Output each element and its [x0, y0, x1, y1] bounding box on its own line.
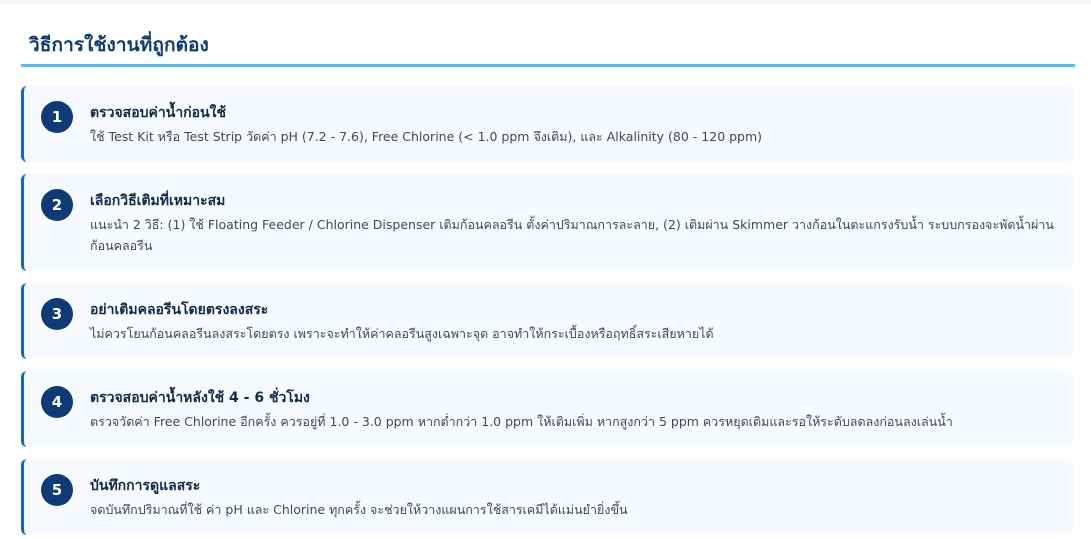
step-number-badge: 3: [41, 298, 73, 330]
step-number-badge: 4: [41, 386, 73, 418]
step-title: เลือกวิธีเติมที่เหมาะสม: [90, 193, 226, 209]
section-title: วิธีการใช้งานที่ถูกต้อง: [29, 34, 209, 56]
step-card-1: 1 ตรวจสอบค่าน้ำก่อนใช้ ใช้ Test Kit หรือ…: [21, 86, 1075, 162]
step-title: ตรวจสอบค่าน้ำก่อนใช้: [90, 105, 226, 121]
step-number-badge: 2: [41, 189, 73, 221]
top-divider: [0, 0, 1091, 4]
step-title: ตรวจสอบค่าน้ำหลังใช้ 4 - 6 ชั่วโมง: [90, 390, 310, 406]
step-title: อย่าเติมคลอรีนโดยตรงลงสระ: [90, 302, 269, 318]
step-card-5: 5 บันทึกการดูแลสระ จดบันทึกปริมาณที่ใช้ …: [21, 459, 1075, 535]
step-card-4: 4 ตรวจสอบค่าน้ำหลังใช้ 4 - 6 ชั่วโมง ตรว…: [21, 371, 1075, 447]
step-description: แนะนำ 2 วิธี: (1) ใช้ Floating Feeder / …: [90, 217, 1054, 253]
step-card-2: 2 เลือกวิธีเติมที่เหมาะสม แนะนำ 2 วิธี: …: [21, 174, 1075, 271]
step-description: ไม่ควรโยนก้อนคลอรีนลงสระโดยตรง เพราะจะทำ…: [90, 326, 714, 341]
step-description: ตรวจวัดค่า Free Chlorine อีกครั้ง ควรอยู…: [90, 414, 953, 429]
step-card-3: 3 อย่าเติมคลอรีนโดยตรงลงสระ ไม่ควรโยนก้อ…: [21, 283, 1075, 359]
step-number-badge: 1: [41, 101, 73, 133]
step-description: จดบันทึกปริมาณที่ใช้ ค่า pH และ Chlorine…: [90, 502, 628, 517]
steps-list: 1 ตรวจสอบค่าน้ำก่อนใช้ ใช้ Test Kit หรือ…: [21, 86, 1075, 535]
usage-instructions-section: วิธีการใช้งานที่ถูกต้อง 1 ตรวจสอบค่าน้ำก…: [0, 0, 1091, 539]
step-number-badge: 5: [41, 474, 73, 506]
step-description: ใช้ Test Kit หรือ Test Strip วัดค่า pH (…: [90, 129, 763, 144]
step-title: บันทึกการดูแลสระ: [90, 478, 201, 494]
title-underline: [21, 64, 1075, 67]
